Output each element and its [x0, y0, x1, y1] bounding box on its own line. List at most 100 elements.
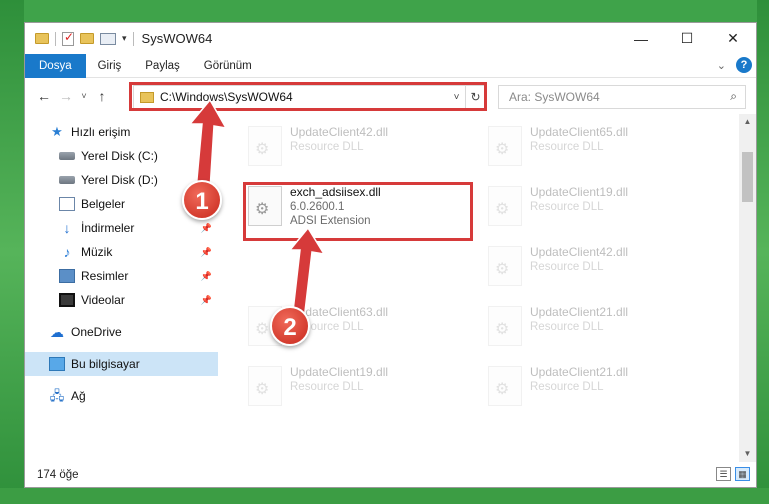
pin-icon[interactable]: 📌 [201, 271, 212, 282]
forward-button[interactable]: → [55, 88, 77, 104]
download-icon: ↓ [63, 220, 71, 236]
file-name: UpdateClient19.dll [530, 185, 629, 199]
sidebar-item-label: İndirmeler [81, 221, 135, 235]
sidebar-item-local-disk-c[interactable]: Yerel Disk (C:) 📌 [25, 144, 218, 168]
videos-icon [59, 293, 75, 307]
minimize-button[interactable]: — [618, 23, 664, 54]
properties-icon[interactable] [100, 32, 116, 45]
drive-icon [59, 152, 75, 160]
star-icon: ★ [51, 124, 63, 139]
ribbon-tabs: Dosya Giriş Paylaş Görünüm ⌄ ? [25, 53, 756, 78]
list-item[interactable]: ⚙ UpdateClient19.dll Resource DLL [482, 180, 712, 234]
dll-file-icon: ⚙ [488, 366, 522, 406]
tab-share[interactable]: Paylaş [133, 54, 192, 78]
sidebar-item-label: Yerel Disk (C:) [81, 149, 158, 163]
sidebar-item-downloads[interactable]: ↓ İndirmeler 📌 [25, 216, 218, 240]
drive-icon [59, 176, 75, 184]
tab-home[interactable]: Giriş [86, 54, 134, 78]
navigation-bar: ← → ˅ ↑ C:\Windows\SysWOW64 ˅ ↻ Ara: Sys… [25, 78, 756, 114]
file-explorer-window: ▾ SysWOW64 — ☐ ✕ Dosya Giriş Paylaş Görü… [24, 22, 757, 488]
quick-access-toolbar: ▾ [25, 30, 134, 46]
gear-icon: ⚙ [255, 141, 270, 158]
network-icon: 🖧 [49, 388, 65, 403]
scrollbar-thumb[interactable] [742, 152, 753, 202]
new-folder-icon[interactable] [80, 33, 94, 44]
sidebar-item-onedrive[interactable]: ☁ OneDrive [25, 320, 218, 344]
help-icon[interactable]: ? [736, 57, 752, 73]
file-type: Resource DLL [290, 141, 364, 153]
search-placeholder: Ara: SysWOW64 [509, 90, 600, 104]
dll-file-icon: ⚙ [248, 126, 282, 166]
sidebar-item-music[interactable]: ♪ Müzik 📌 [25, 240, 218, 264]
large-icons-view-icon[interactable]: ▦ [735, 467, 750, 481]
navigation-pane: ★ Hızlı erişim Yerel Disk (C:) 📌 Yerel D… [25, 114, 218, 462]
file-name: UpdateClient21.dll [530, 365, 629, 379]
sidebar-item-this-pc[interactable]: Bu bilgisayar [25, 352, 218, 376]
sidebar-item-label: Hızlı erişim [71, 125, 131, 139]
status-bar: 174 öğe ☰ ▦ [25, 462, 756, 487]
file-type: Resource DLL [530, 381, 604, 393]
address-bar-highlight [129, 82, 487, 111]
gear-icon: ⚙ [495, 261, 510, 278]
list-item[interactable]: ⚙ UpdateClient42.dll Resource DLL [482, 240, 712, 294]
scroll-up-icon[interactable]: ▲ [739, 114, 756, 130]
sidebar-item-videos[interactable]: Videolar 📌 [25, 288, 218, 312]
tab-view[interactable]: Görünüm [192, 54, 264, 78]
window-controls: — ☐ ✕ [618, 23, 756, 54]
cloud-icon: ☁ [50, 324, 64, 340]
customize-toolbar-dropdown-icon[interactable]: ▾ [122, 33, 127, 44]
pin-icon[interactable]: 📌 [201, 151, 212, 162]
file-highlight [243, 182, 473, 241]
search-input[interactable]: Ara: SysWOW64 ⌕ [498, 85, 746, 109]
sidebar-item-label: Yerel Disk (D:) [81, 173, 158, 187]
pictures-icon [59, 269, 75, 283]
tab-file[interactable]: Dosya [25, 53, 86, 78]
list-item[interactable]: ⚙ UpdateClient21.dll Resource DLL [482, 360, 712, 414]
recent-locations-button[interactable]: ˅ [77, 91, 91, 101]
step-2-badge: 2 [270, 306, 310, 346]
list-item[interactable]: ⚙ UpdateClient65.dll Resource DLL [482, 120, 712, 174]
file-list: ⚙ UpdateClient42.dll Resource DLL ⚙ exch… [218, 114, 756, 462]
toolbar-divider [55, 31, 56, 46]
dll-file-icon: ⚙ [488, 186, 522, 226]
pin-icon[interactable]: 📌 [201, 223, 212, 234]
dll-file-icon: ⚙ [488, 306, 522, 346]
close-button[interactable]: ✕ [710, 23, 756, 54]
title-bar: ▾ SysWOW64 — ☐ ✕ [25, 23, 756, 54]
desktop-background-bottom [0, 488, 769, 504]
file-type: Resource DLL [530, 261, 604, 273]
chevron-down-icon[interactable]: ⌄ [717, 59, 726, 72]
item-count: 174 öğe [37, 468, 79, 481]
up-button[interactable]: ↑ [91, 88, 113, 104]
file-type: Resource DLL [530, 141, 604, 153]
list-item[interactable]: ⚙ UpdateClient42.dll Resource DLL [242, 120, 472, 174]
sidebar-item-quick-access[interactable]: ★ Hızlı erişim [25, 120, 218, 144]
sidebar-item-label: Bu bilgisayar [71, 357, 140, 371]
window-title: SysWOW64 [141, 31, 213, 46]
sidebar-item-label: Ağ [71, 389, 86, 403]
search-icon[interactable]: ⌕ [730, 89, 737, 104]
folder-icon[interactable] [35, 33, 49, 44]
dll-file-icon: ⚙ [248, 366, 282, 406]
maximize-button[interactable]: ☐ [664, 23, 710, 54]
back-button[interactable]: ← [33, 88, 55, 104]
scroll-down-icon[interactable]: ▼ [739, 446, 756, 462]
properties-check-icon[interactable] [62, 30, 74, 46]
file-name: UpdateClient42.dll [530, 245, 629, 259]
pin-icon[interactable]: 📌 [201, 247, 212, 258]
documents-icon [59, 197, 75, 211]
pin-icon[interactable]: 📌 [201, 295, 212, 306]
sidebar-item-network[interactable]: 🖧 Ağ [25, 384, 218, 408]
file-name: UpdateClient21.dll [530, 305, 629, 319]
details-view-icon[interactable]: ☰ [716, 467, 731, 481]
sidebar-item-label: OneDrive [71, 325, 122, 339]
computer-icon [49, 357, 65, 371]
sidebar-item-pictures[interactable]: Resimler 📌 [25, 264, 218, 288]
list-item[interactable]: ⚙ UpdateClient21.dll Resource DLL [482, 300, 712, 354]
file-name: UpdateClient65.dll [530, 125, 629, 139]
file-name: UpdateClient42.dll [290, 125, 389, 139]
list-item[interactable]: ⚙ UpdateClient19.dll Resource DLL [242, 360, 472, 414]
vertical-scrollbar[interactable]: ▲ ▼ [739, 114, 756, 462]
sidebar-item-label: Videolar [81, 293, 125, 307]
gear-icon: ⚙ [495, 321, 510, 338]
